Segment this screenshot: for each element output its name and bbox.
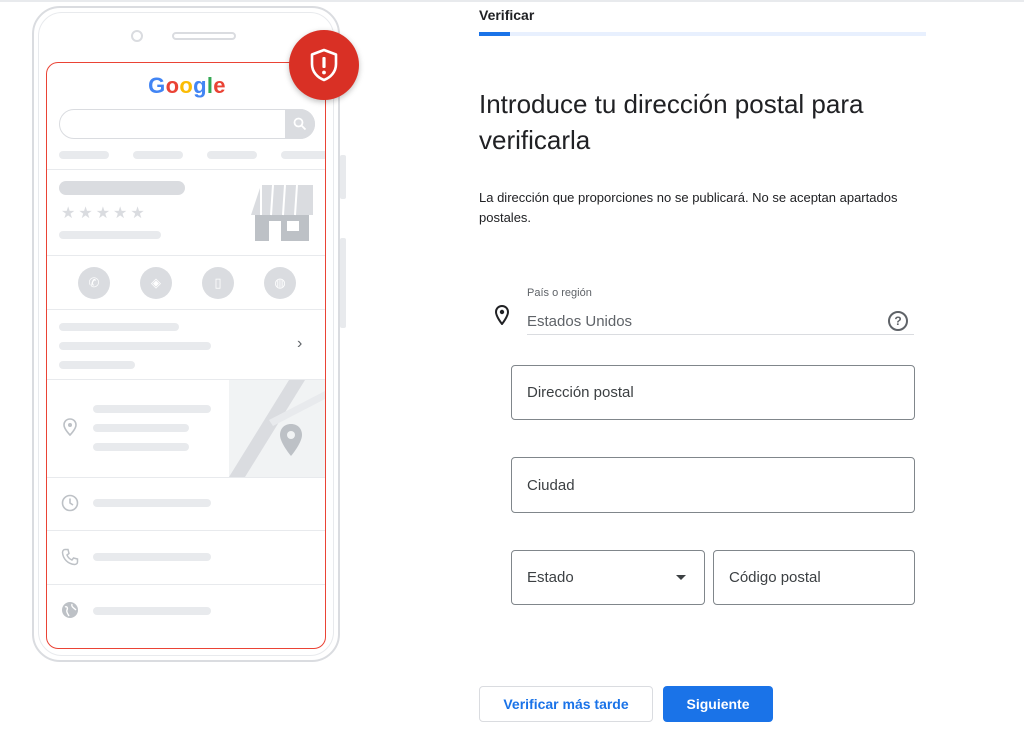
phone-side-button bbox=[340, 155, 346, 199]
state-select-value: Estado bbox=[527, 569, 574, 586]
security-alert-badge bbox=[289, 30, 359, 100]
preview-text-placeholder bbox=[93, 553, 211, 561]
dropdown-arrow-icon bbox=[676, 575, 686, 580]
step-title: Verificar bbox=[479, 7, 535, 23]
next-button[interactable]: Siguiente bbox=[663, 686, 773, 722]
phone-side-button bbox=[340, 238, 346, 328]
preview-divider bbox=[47, 584, 325, 585]
preview-divider bbox=[47, 477, 325, 478]
preview-map-thumbnail bbox=[229, 380, 325, 477]
progress-bar-fill bbox=[479, 32, 511, 36]
preview-divider bbox=[47, 169, 325, 170]
website-globe-icon bbox=[61, 601, 79, 624]
storefront-icon bbox=[251, 183, 313, 248]
phone-call-icon: ✆ bbox=[78, 267, 110, 299]
preview-tab-placeholder bbox=[133, 151, 183, 159]
progress-bar bbox=[479, 32, 926, 36]
top-divider bbox=[0, 0, 1024, 2]
country-label: País o región bbox=[527, 287, 592, 299]
search-icon bbox=[285, 109, 315, 139]
phone-screen: Google ★★★★★ ✆ ◈ ▯ ◍ › bbox=[46, 62, 326, 649]
preview-divider bbox=[47, 255, 325, 256]
preview-text-placeholder bbox=[59, 231, 161, 239]
google-logo-letter: G bbox=[148, 73, 166, 98]
bookmark-icon: ▯ bbox=[202, 267, 234, 299]
google-logo-letter: g bbox=[193, 73, 207, 98]
preview-divider bbox=[47, 309, 325, 310]
chevron-right-icon: › bbox=[297, 335, 303, 352]
city-input[interactable] bbox=[511, 457, 915, 513]
preview-text-placeholder bbox=[93, 499, 211, 507]
location-pin-icon bbox=[63, 418, 77, 441]
clock-icon bbox=[61, 494, 79, 517]
directions-icon: ◈ bbox=[140, 267, 172, 299]
country-select[interactable]: Estados Unidos bbox=[527, 313, 632, 330]
globe-icon: ◍ bbox=[264, 267, 296, 299]
preview-search-bar bbox=[59, 109, 315, 139]
preview-tab-placeholder bbox=[281, 151, 325, 159]
page-description: La dirección que proporciones no se publ… bbox=[479, 190, 898, 225]
phone-camera bbox=[131, 30, 143, 42]
preview-text-placeholder bbox=[93, 405, 211, 413]
google-logo-letter: o bbox=[179, 73, 194, 98]
preview-text-placeholder bbox=[59, 323, 179, 331]
preview-text-placeholder bbox=[93, 424, 189, 432]
location-pin-icon bbox=[494, 304, 510, 330]
preview-text-placeholder bbox=[93, 607, 211, 615]
phone-speaker bbox=[172, 32, 236, 40]
help-icon[interactable]: ? bbox=[888, 311, 908, 331]
google-logo-letter: o bbox=[165, 73, 180, 98]
verify-later-button[interactable]: Verificar más tarde bbox=[479, 686, 653, 722]
phone-icon bbox=[61, 548, 79, 571]
google-logo: Google bbox=[47, 73, 325, 99]
country-underline bbox=[527, 334, 914, 335]
preview-rating-stars: ★★★★★ bbox=[61, 205, 148, 222]
preview-title-placeholder bbox=[59, 181, 185, 195]
preview-text-placeholder bbox=[59, 361, 135, 369]
preview-divider bbox=[47, 530, 325, 531]
google-logo-letter: e bbox=[213, 73, 226, 98]
preview-text-placeholder bbox=[93, 443, 189, 451]
postal-code-input[interactable] bbox=[713, 550, 915, 605]
state-select[interactable]: Estado bbox=[511, 550, 705, 605]
preview-tab-placeholder bbox=[207, 151, 257, 159]
preview-tab-placeholder bbox=[59, 151, 109, 159]
preview-text-placeholder bbox=[59, 342, 211, 350]
shield-alert-icon bbox=[310, 48, 338, 82]
street-address-input[interactable] bbox=[511, 365, 915, 420]
page-title: Introduce tu dirección postal para verif… bbox=[479, 89, 864, 155]
